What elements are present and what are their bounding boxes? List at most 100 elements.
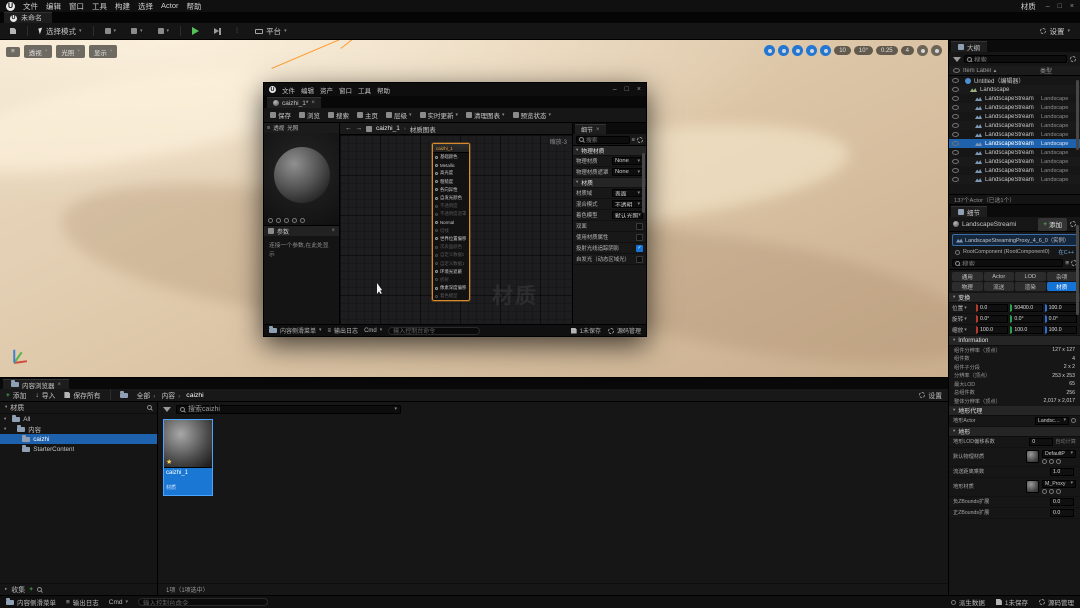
detail-dropdown[interactable]: 不透明 ▾ — [612, 200, 643, 208]
viewport-toolbar-icon[interactable] — [778, 45, 790, 56]
outliner-row[interactable]: LandscapeStream Landscape — [949, 157, 1080, 166]
actor-label[interactable]: LandscapeStream — [985, 159, 1038, 165]
root-component-row[interactable]: RootComponent (RootComponent0) 在C++ — [949, 247, 1080, 257]
transform-y-input[interactable]: 50400.0 — [1010, 304, 1043, 312]
maximize-icon[interactable]: □ — [1058, 3, 1062, 10]
node-title[interactable]: caizhi_1 — [433, 144, 469, 153]
details-category-chip[interactable]: 物理 — [952, 282, 983, 291]
actor-label[interactable]: LandscapeStream — [985, 177, 1038, 183]
pin-circle-icon[interactable] — [435, 204, 438, 208]
transform-label[interactable]: 缩放 ▾ — [952, 326, 974, 334]
details-category-chip[interactable]: LOD — [1015, 272, 1046, 281]
material-toolbar-button[interactable]: 保存 ▾ — [270, 110, 291, 120]
select-mode-dropdown[interactable]: 选择模式 ▾ — [35, 24, 86, 39]
actor-label[interactable]: LandscapeStream — [985, 114, 1038, 120]
derived-data-button[interactable]: 派生数据 — [950, 597, 985, 607]
material-toolbar-button[interactable]: 层级 ▾ — [386, 110, 412, 120]
viewport-toolbar-icon[interactable] — [792, 45, 804, 56]
detail-dropdown[interactable]: None ▾ — [612, 168, 643, 176]
platform-dropdown[interactable]: 平台 ▾ — [251, 24, 291, 39]
gear-icon[interactable] — [637, 136, 643, 143]
details-search-input[interactable]: 搜索 — [952, 259, 1064, 267]
outliner-column-header[interactable]: Item Label ▲ 类型 — [949, 66, 1080, 76]
details-search-input[interactable]: 搜索 — [576, 135, 630, 144]
preview-viewmode-dropdown[interactable]: 光照 — [287, 124, 298, 132]
visibility-eye-icon[interactable] — [952, 177, 959, 182]
visibility-eye-icon[interactable] — [952, 87, 959, 92]
viewport-toolbar-icon[interactable] — [806, 45, 818, 56]
outliner-row[interactable]: LandscapeStream Landscape — [949, 130, 1080, 139]
material-preview-viewport[interactable] — [264, 133, 339, 225]
breadcrumb-item[interactable]: 内容 — [161, 390, 183, 400]
source-control-button[interactable]: 源码管理 — [607, 326, 641, 335]
editor-tool-button-2[interactable]: ▾ — [127, 26, 147, 36]
mesh-shape-icon[interactable] — [300, 218, 305, 223]
transform-x-input[interactable]: 0.0 — [976, 304, 1009, 312]
save-button[interactable] — [6, 26, 20, 36]
menu-item[interactable]: Actor — [161, 1, 179, 12]
material-asset-tab[interactable]: caizhi_1* × — [267, 97, 321, 108]
visibility-eye-icon[interactable] — [952, 168, 959, 173]
menu-item[interactable]: 工具 — [92, 1, 107, 12]
pin-circle-icon[interactable] — [435, 221, 438, 225]
detail-checkbox[interactable]: ✓ — [636, 222, 643, 230]
outliner-search-input[interactable]: 搜索 — [964, 55, 1067, 63]
visibility-eye-icon[interactable] — [952, 132, 959, 137]
actor-label[interactable]: LandscapeStream — [985, 168, 1038, 174]
material-node-pin[interactable]: 不透明度 — [433, 202, 469, 210]
pin-circle-icon[interactable] — [435, 212, 438, 216]
details-category-chip[interactable]: 杂项 — [1046, 272, 1077, 281]
cylinder-shape-icon[interactable] — [268, 218, 273, 223]
viewport-snap-badge[interactable]: 0.25 — [875, 46, 898, 55]
material-result-node[interactable]: caizhi_1 基础颜色 Metallic 高光度 粗糙度 各向异性 自发光颜… — [432, 143, 470, 302]
actor-label[interactable]: Landscape — [980, 87, 1038, 93]
outliner-row[interactable]: Landscape — [949, 85, 1080, 94]
browse-to-asset-icon[interactable] — [1049, 488, 1054, 494]
use-selected-icon[interactable] — [1042, 488, 1047, 494]
filter-funnel-icon[interactable] — [953, 56, 961, 62]
menu-item[interactable]: 资产 — [320, 85, 333, 95]
viewport-snap-badge[interactable]: 10 — [834, 46, 851, 55]
level-tab[interactable]: U 未命名 — [4, 12, 52, 23]
material-toolbar-button[interactable]: 预览状态 ▾ — [512, 110, 551, 120]
viewport-toolbar-icon[interactable] — [917, 45, 928, 56]
breadcrumb-graph-page[interactable]: 材质图表 — [410, 124, 436, 134]
menu-item[interactable]: 选择 — [138, 1, 153, 12]
add-button[interactable]: + 添加 — [6, 390, 26, 401]
focused-window-label[interactable]: 材质 — [1021, 1, 1036, 12]
asset-tile-caizhi-1[interactable]: ★ caizhi_1 材质 — [163, 419, 213, 496]
material-toolbar-button[interactable]: 实时更新 ▾ — [419, 110, 458, 120]
material-node-pin[interactable]: 切线 — [433, 227, 469, 235]
material-toolbar-button[interactable]: 主页 ▾ — [357, 110, 378, 120]
transform-section-header[interactable]: ▾ 变换 — [949, 293, 1080, 303]
pin-circle-icon[interactable] — [435, 180, 438, 184]
details-tab[interactable]: 细节 — [951, 206, 987, 217]
pin-circle-icon[interactable] — [435, 237, 438, 241]
close-tab-icon[interactable]: × — [311, 100, 315, 106]
material-node-pin[interactable]: 环境光遮蔽 — [433, 268, 469, 276]
close-icon[interactable]: × — [1070, 3, 1074, 10]
pin-circle-icon[interactable] — [435, 270, 438, 274]
outliner-row[interactable]: LandscapeStream Landscape — [949, 175, 1080, 184]
editor-tool-button-1[interactable]: ▾ — [101, 26, 121, 36]
material-node-pin[interactable]: 各向异性 — [433, 186, 469, 194]
value-input[interactable]: 0.0 — [1050, 497, 1074, 506]
detail-checkbox[interactable]: ✓ — [636, 255, 643, 263]
actor-label[interactable]: LandscapeStream — [985, 105, 1038, 111]
close-tab-icon[interactable]: × — [596, 127, 600, 133]
viewport-menu-button[interactable]: ≡ — [6, 46, 20, 57]
outliner-row[interactable]: LandscapeStream Landscape — [949, 103, 1080, 112]
viewport-snap-badge[interactable]: 4 — [900, 46, 914, 55]
filter-hamburger-icon[interactable]: ≡ — [632, 137, 635, 143]
material-node-pin[interactable]: 像素深度偏移 — [433, 284, 469, 292]
maximize-icon[interactable]: □ — [625, 86, 629, 93]
add-collection-icon[interactable]: + — [29, 586, 33, 593]
phys-material-dropdown[interactable]: DefaultP ▾ — [1042, 449, 1076, 458]
close-icon[interactable]: × — [331, 228, 335, 234]
content-browser-tab[interactable]: 内容浏览器 × — [3, 379, 70, 390]
plane-shape-icon[interactable] — [284, 218, 289, 223]
pin-circle-icon[interactable] — [435, 253, 438, 257]
reset-icon[interactable] — [1056, 458, 1061, 464]
detail-checkbox[interactable]: ✓ — [636, 244, 643, 252]
details-category-chip[interactable]: 材质 — [1046, 282, 1077, 291]
